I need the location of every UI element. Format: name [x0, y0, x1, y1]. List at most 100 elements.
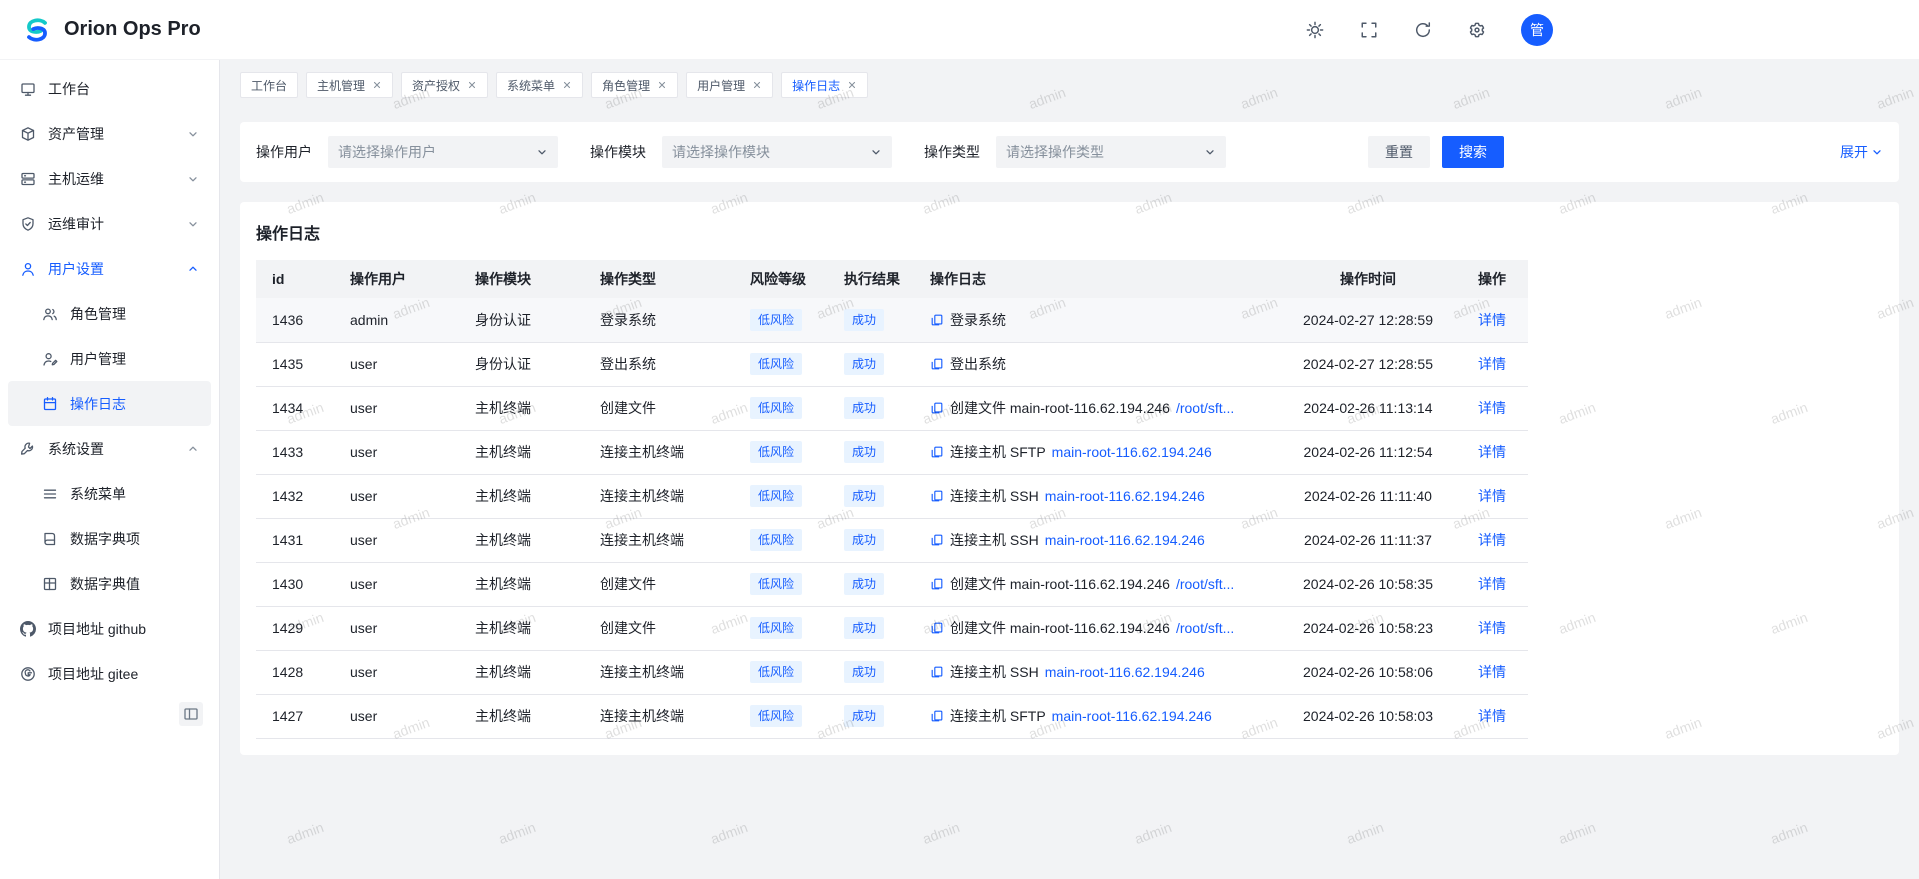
- cell-id: 1432: [256, 474, 334, 518]
- detail-link[interactable]: 详情: [1478, 708, 1506, 724]
- close-icon[interactable]: [562, 80, 572, 90]
- cell-user: user: [334, 650, 459, 694]
- log-link[interactable]: main-root-116.62.194.246: [1045, 664, 1205, 680]
- risk-badge: 低风险: [750, 485, 802, 507]
- search-button[interactable]: 搜索: [1442, 136, 1504, 168]
- tab-2[interactable]: 资产授权: [401, 72, 488, 98]
- column-header: 操作日志: [914, 260, 1274, 298]
- cell-time: 2024-02-27 12:28:59: [1274, 298, 1462, 342]
- risk-badge: 低风险: [750, 705, 802, 727]
- sidebar-item-user-mgmt[interactable]: 用户管理: [8, 336, 211, 381]
- cell-module: 主机终端: [459, 562, 584, 606]
- close-icon[interactable]: [372, 80, 382, 90]
- close-icon[interactable]: [467, 80, 477, 90]
- sidebar-item-system-settings[interactable]: 系统设置: [8, 426, 211, 471]
- detail-link[interactable]: 详情: [1478, 400, 1506, 416]
- sidebar-item-label: 工作台: [48, 79, 90, 99]
- cell-action: 详情: [1462, 342, 1528, 386]
- sidebar-item-github[interactable]: 项目地址 github: [8, 606, 211, 651]
- cell-module: 主机终端: [459, 518, 584, 562]
- fullscreen-icon: [1360, 21, 1378, 39]
- log-link[interactable]: main-root-116.62.194.246: [1052, 708, 1212, 724]
- cell-action: 详情: [1462, 386, 1528, 430]
- cell-time: 2024-02-26 10:58:06: [1274, 650, 1462, 694]
- log-link[interactable]: main-root-116.62.194.246: [1052, 444, 1212, 460]
- cell-time: 2024-02-26 11:11:40: [1274, 474, 1462, 518]
- log-link[interactable]: main-root-116.62.194.246: [1045, 488, 1205, 504]
- refresh-button[interactable]: [1413, 20, 1433, 40]
- cell-action: 详情: [1462, 474, 1528, 518]
- chevron-up-icon: [187, 263, 199, 275]
- sidebar-item-label: 数据字典项: [70, 529, 140, 549]
- log-link[interactable]: /root/sft...: [1176, 620, 1234, 636]
- detail-link[interactable]: 详情: [1478, 532, 1506, 548]
- tab-6[interactable]: 操作日志: [781, 72, 868, 98]
- close-icon[interactable]: [847, 80, 857, 90]
- column-header: 操作类型: [584, 260, 734, 298]
- log-table-card: 操作日志 id操作用户操作模块操作类型风险等级执行结果操作日志操作时间操作 14…: [240, 202, 1899, 755]
- copy-icon: [930, 445, 944, 459]
- filter-actions: 重置 搜索 展开: [1368, 136, 1883, 168]
- detail-link[interactable]: 详情: [1478, 620, 1506, 636]
- tab-4[interactable]: 角色管理: [591, 72, 678, 98]
- result-badge: 成功: [844, 485, 884, 507]
- detail-link[interactable]: 详情: [1478, 356, 1506, 372]
- fullscreen-button[interactable]: [1359, 20, 1379, 40]
- cell-result: 成功: [828, 562, 914, 606]
- cell-log: 创建文件 main-root-116.62.194.246 /root/sft.…: [914, 386, 1274, 430]
- tab-0[interactable]: 工作台: [240, 72, 298, 98]
- detail-link[interactable]: 详情: [1478, 576, 1506, 592]
- cell-module: 主机终端: [459, 386, 584, 430]
- log-link[interactable]: main-root-116.62.194.246: [1045, 532, 1205, 548]
- sidebar-item-workbench[interactable]: 工作台: [8, 66, 211, 111]
- sidebar-item-dict-item[interactable]: 数据字典项: [8, 516, 211, 561]
- app-header: Orion Ops Pro 管: [0, 0, 1919, 60]
- cell-result: 成功: [828, 298, 914, 342]
- tab-3[interactable]: 系统菜单: [496, 72, 583, 98]
- risk-badge: 低风险: [750, 573, 802, 595]
- close-icon[interactable]: [657, 80, 667, 90]
- cell-result: 成功: [828, 606, 914, 650]
- cell-action: 详情: [1462, 562, 1528, 606]
- sidebar-collapse-button[interactable]: [179, 702, 203, 726]
- expand-toggle[interactable]: 展开: [1840, 142, 1883, 162]
- user-edit-icon: [42, 351, 58, 367]
- cell-module: 身份认证: [459, 298, 584, 342]
- grid-icon: [42, 576, 58, 592]
- sidebar-item-host-ops[interactable]: 主机运维: [8, 156, 211, 201]
- cell-module: 主机终端: [459, 430, 584, 474]
- app-logo: Orion Ops Pro: [20, 13, 201, 47]
- tab-5[interactable]: 用户管理: [686, 72, 773, 98]
- cell-user: user: [334, 386, 459, 430]
- chevron-down-icon: [187, 218, 199, 230]
- sidebar-item-op-log[interactable]: 操作日志: [8, 381, 211, 426]
- cell-risk: 低风险: [734, 430, 828, 474]
- log-text: 创建文件 main-root-116.62.194.246: [950, 574, 1170, 594]
- sidebar-item-role-mgmt[interactable]: 角色管理: [8, 291, 211, 336]
- filter-select-2[interactable]: 请选择操作类型: [996, 136, 1226, 168]
- filter-select-0[interactable]: 请选择操作用户: [328, 136, 558, 168]
- filter-field-1: 操作模块 请选择操作模块: [590, 136, 892, 168]
- sidebar-collapse-icon: [183, 706, 199, 722]
- log-text: 连接主机 SFTP: [950, 706, 1046, 726]
- detail-link[interactable]: 详情: [1478, 488, 1506, 504]
- sidebar-item-system-menu[interactable]: 系统菜单: [8, 471, 211, 516]
- theme-button[interactable]: [1305, 20, 1325, 40]
- sidebar-item-ops-audit[interactable]: 运维审计: [8, 201, 211, 246]
- avatar[interactable]: 管: [1521, 14, 1553, 46]
- detail-link[interactable]: 详情: [1478, 444, 1506, 460]
- settings-button[interactable]: [1467, 20, 1487, 40]
- sidebar-item-dict-value[interactable]: 数据字典值: [8, 561, 211, 606]
- sidebar-item-asset-mgmt[interactable]: 资产管理: [8, 111, 211, 156]
- sidebar-item-gitee[interactable]: 项目地址 gitee: [8, 651, 211, 696]
- reset-button[interactable]: 重置: [1368, 136, 1430, 168]
- detail-link[interactable]: 详情: [1478, 312, 1506, 328]
- sidebar-item-user-settings[interactable]: 用户设置: [8, 246, 211, 291]
- log-link[interactable]: /root/sft...: [1176, 576, 1234, 592]
- tab-1[interactable]: 主机管理: [306, 72, 393, 98]
- detail-link[interactable]: 详情: [1478, 664, 1506, 680]
- log-link[interactable]: /root/sft...: [1176, 400, 1234, 416]
- close-icon[interactable]: [752, 80, 762, 90]
- cell-time: 2024-02-26 10:58:23: [1274, 606, 1462, 650]
- filter-select-1[interactable]: 请选择操作模块: [662, 136, 892, 168]
